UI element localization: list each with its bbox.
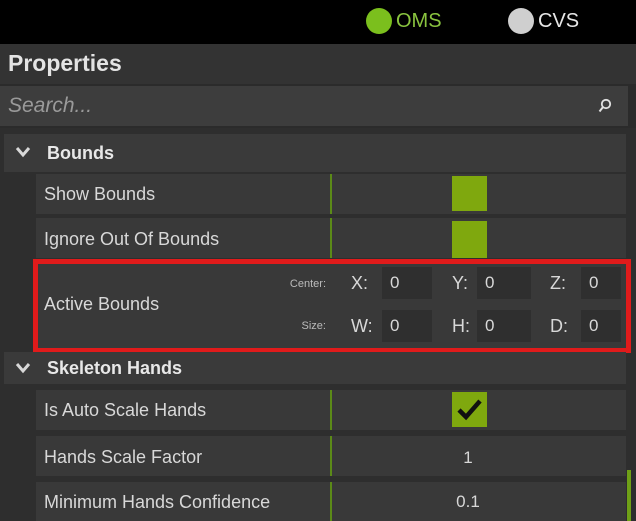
search-icon[interactable] — [598, 98, 612, 114]
column-divider — [330, 218, 332, 258]
property-row-ignore-out-of-bounds: Ignore Out Of Bounds — [36, 218, 626, 258]
chevron-down-icon — [15, 363, 31, 374]
ignore-out-of-bounds-checkbox[interactable] — [452, 221, 487, 258]
property-label: Is Auto Scale Hands — [44, 400, 207, 420]
mode-toggle-oms[interactable]: OMS — [366, 8, 442, 34]
property-row-minimum-hands-confidence: Minimum Hands Confidence 0.1 — [36, 482, 626, 521]
property-row-hands-scale-factor: Hands Scale Factor 1 — [36, 436, 626, 476]
column-divider — [330, 390, 332, 430]
section-header-bounds[interactable]: Bounds — [4, 134, 626, 172]
show-bounds-checkbox[interactable] — [452, 176, 487, 211]
search-input[interactable] — [0, 86, 580, 126]
column-divider — [330, 174, 332, 214]
column-divider — [330, 482, 332, 521]
section-label-bounds: Bounds — [47, 143, 114, 163]
column-divider — [330, 436, 332, 476]
property-label: Hands Scale Factor — [44, 447, 203, 467]
is-auto-scale-hands-checkbox[interactable] — [452, 392, 487, 427]
hands-scale-factor-value[interactable]: 1 — [428, 448, 508, 468]
mode-bar: OMS CVS — [0, 0, 636, 44]
radio-dot-icon — [508, 8, 534, 34]
mode-label-oms: OMS — [396, 9, 442, 32]
highlight-box — [33, 259, 631, 353]
mode-label-cvs: CVS — [538, 9, 580, 32]
property-label: Minimum Hands Confidence — [44, 492, 271, 512]
minimum-hands-confidence-value[interactable]: 0.1 — [428, 492, 508, 512]
radio-dot-icon — [366, 8, 392, 34]
section-header-skeleton-hands[interactable]: Skeleton Hands — [4, 352, 626, 384]
property-label: Show Bounds — [44, 184, 156, 204]
search-bar — [0, 86, 628, 126]
mode-toggle-cvs[interactable]: CVS — [508, 8, 579, 34]
section-label-skeleton-hands: Skeleton Hands — [47, 358, 183, 378]
scrollbar-thumb[interactable] — [627, 470, 631, 521]
property-row-is-auto-scale-hands: Is Auto Scale Hands — [36, 390, 626, 430]
chevron-down-icon — [15, 147, 31, 158]
property-label: Ignore Out Of Bounds — [44, 229, 220, 249]
checkmark-icon — [457, 399, 482, 421]
property-row-show-bounds: Show Bounds — [36, 174, 626, 214]
panel-title: Properties — [0, 44, 636, 84]
